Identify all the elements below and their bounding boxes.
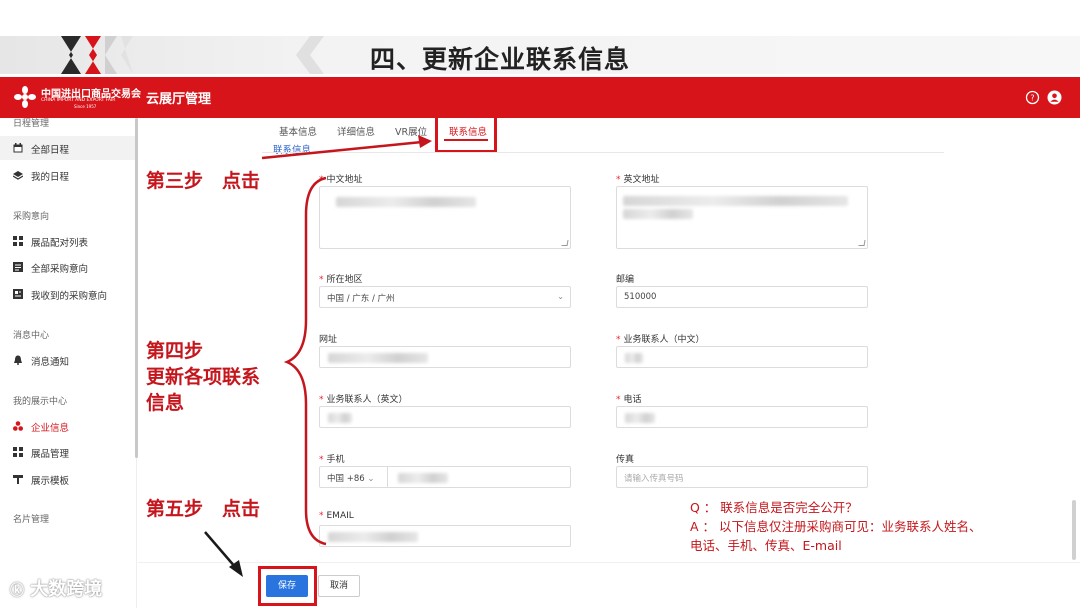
- en-address-textarea[interactable]: [616, 186, 868, 249]
- sidebar-item-company-info[interactable]: 企业信息: [0, 414, 136, 438]
- logo-since-text: Since 1957: [74, 104, 97, 109]
- cn-address-label: * 中文地址: [319, 175, 363, 185]
- qa-question: Q ： 联系信息是否完全公开？: [690, 500, 858, 515]
- sidebar-section-schedule: 日程管理: [13, 119, 50, 129]
- region-label: * 所在地区: [319, 275, 363, 285]
- website-input[interactable]: [319, 346, 571, 368]
- fax-input[interactable]: 请输入传真号码: [616, 466, 868, 488]
- flower-logo-icon: [14, 86, 36, 108]
- sidebar-scrollbar[interactable]: [135, 118, 138, 458]
- logo-english-text: CHINA IMPORT AND EXPORT FAIR: [41, 98, 116, 103]
- region-select[interactable]: 中国 / 广东 / 广州 ⌄: [319, 286, 571, 308]
- sidebar-item-label: 展品管理: [31, 449, 70, 460]
- sidebar-item-label: 消息通知: [31, 357, 70, 368]
- list-icon: [13, 262, 23, 272]
- highlight-box-save: [258, 566, 317, 606]
- chevron-decoration-icon: [296, 36, 324, 74]
- highlight-box-tab: [435, 115, 497, 153]
- step3-annotation: 第三步 点击: [146, 170, 261, 192]
- step4-annotation-line2: 更新各项联系: [146, 366, 261, 388]
- tab-basic-info[interactable]: 基本信息: [279, 124, 317, 138]
- tab-vr-booth[interactable]: VR展位: [395, 124, 427, 138]
- slide-title: 四、更新企业联系信息: [370, 45, 631, 74]
- sidebar-item-all-purchase[interactable]: 全部采购意向: [0, 255, 136, 279]
- sidebar-item-all-schedule[interactable]: 全部日程: [0, 136, 136, 160]
- org-icon: [13, 421, 23, 431]
- sidebar-section-cards: 名片管理: [13, 515, 50, 525]
- fax-label: 传真: [616, 455, 635, 465]
- content-divider: [262, 152, 944, 153]
- layers-icon: [13, 171, 23, 180]
- cancel-button[interactable]: 取消: [318, 575, 360, 597]
- qa-answer-line2: 电话、手机、传真、E-mail: [690, 538, 842, 553]
- sidebar-section-purchase: 采购意向: [13, 212, 50, 222]
- sidebar-item-label: 全部日程: [31, 145, 70, 156]
- sidebar-item-match-list[interactable]: 展品配对列表: [0, 229, 136, 253]
- country-code-select[interactable]: 中国 +86 ⌄: [320, 467, 388, 487]
- contact-en-label: * 业务联系人（英文）: [319, 395, 408, 405]
- sidebar-item-received-purchase[interactable]: 我收到的采购意向: [0, 282, 136, 306]
- calendar-icon: [13, 143, 23, 153]
- qa-answer-line1: A ： 以下信息仅注册采购商可见：业务联系人姓名、: [690, 519, 982, 534]
- sidebar-item-my-schedule[interactable]: 我的日程: [0, 163, 136, 187]
- grid-icon: [13, 447, 23, 457]
- sidebar-item-display-template[interactable]: 展示模板: [0, 467, 136, 491]
- email-input[interactable]: [319, 525, 571, 547]
- sidebar-section-messages: 消息中心: [13, 331, 50, 341]
- sidebar-item-label: 我的日程: [31, 172, 70, 183]
- chevron-down-icon: ⌄: [557, 292, 564, 301]
- sidebar-item-label: 企业信息: [31, 423, 70, 434]
- step4-annotation-line1: 第四步: [146, 340, 204, 362]
- sidebar-item-label: 全部采购意向: [31, 264, 89, 275]
- postcode-label: 邮编: [616, 275, 635, 285]
- email-label: * EMAIL: [319, 511, 354, 521]
- inbox-icon: [13, 289, 23, 299]
- content-scrollbar[interactable]: [1072, 500, 1076, 560]
- sidebar-section-showcase: 我的展示中心: [13, 397, 68, 407]
- help-circle-icon[interactable]: ?: [1025, 90, 1040, 105]
- template-icon: [13, 475, 23, 484]
- mobile-input[interactable]: 中国 +86 ⌄: [319, 466, 571, 488]
- section-title: 联系信息: [273, 145, 312, 156]
- watermark: ⓚ 大数跨境: [10, 579, 103, 600]
- contact-cn-input[interactable]: [616, 346, 868, 368]
- bell-icon: [14, 355, 22, 365]
- tab-detail-info[interactable]: 详细信息: [337, 124, 375, 138]
- user-icon[interactable]: [1047, 90, 1062, 105]
- phone-label: * 电话: [616, 395, 642, 405]
- grid-icon: [13, 236, 23, 246]
- postcode-input[interactable]: 510000: [616, 286, 868, 308]
- app-title: 云展厅管理: [146, 92, 212, 107]
- phone-input[interactable]: [616, 406, 868, 428]
- mobile-label: * 手机: [319, 455, 345, 465]
- chevron-decoration-icon: [61, 36, 133, 74]
- contact-cn-label: * 业务联系人（中文）: [616, 335, 705, 345]
- sidebar-item-exhibit-management[interactable]: 展品管理: [0, 440, 136, 464]
- sidebar: 日程管理 全部日程 我的日程 采购意向 展品配对列表 全部采购意向 我收到的采购…: [0, 118, 137, 608]
- website-label: 网址: [319, 335, 338, 345]
- cn-address-textarea[interactable]: [319, 186, 571, 249]
- step4-annotation-line3: 信息: [146, 392, 185, 414]
- canton-fair-logo[interactable]: 中国进出口商品交易会 CHINA IMPORT AND EXPORT FAIR …: [14, 84, 141, 112]
- contact-en-input[interactable]: [319, 406, 571, 428]
- en-address-label: * 英文地址: [616, 175, 660, 185]
- sidebar-item-label: 我收到的采购意向: [31, 291, 108, 302]
- sidebar-item-label: 展示模板: [31, 476, 70, 487]
- svg-text:?: ?: [1030, 94, 1034, 103]
- sidebar-item-label: 展品配对列表: [31, 238, 89, 249]
- sidebar-item-notifications[interactable]: 消息通知: [0, 348, 136, 372]
- step5-annotation: 第五步 点击: [146, 498, 261, 520]
